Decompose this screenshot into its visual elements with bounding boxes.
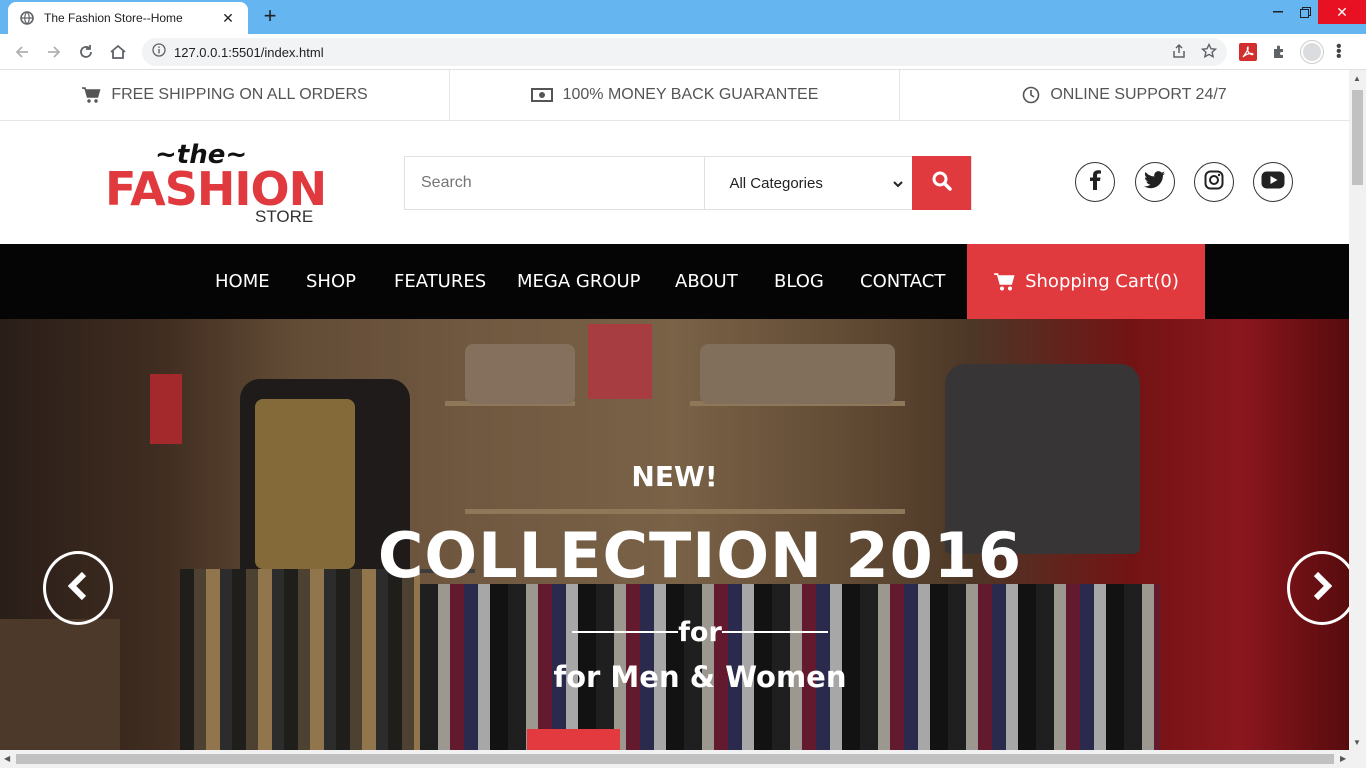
hero-headline: COLLECTION 2016 [377,519,1023,592]
search-button[interactable] [912,156,971,210]
browser-toolbar: 127.0.0.1:5501/index.html • • • [0,34,1366,70]
online-support-info: ONLINE SUPPORT 24/7 [900,70,1349,120]
tab-title: The Fashion Store--Home [44,11,183,25]
facebook-link[interactable] [1075,162,1115,202]
money-back-text: 100% MONEY BACK GUARANTEE [562,86,819,103]
slider-indicator[interactable] [527,729,620,750]
new-tab-button[interactable]: + [258,5,282,28]
reload-icon[interactable] [74,40,98,64]
nav-item-home[interactable]: HOME [215,244,270,319]
category-select-value: All Categories [729,174,823,192]
scroll-up-icon[interactable]: ▲ [1353,74,1361,83]
free-shipping-info: FREE SHIPPING ON ALL ORDERS [0,70,450,120]
youtube-link[interactable] [1253,162,1293,202]
browser-menu-icon[interactable]: • • • [1336,39,1342,65]
window-close-button[interactable]: ✕ [1318,0,1366,24]
divider-line [572,631,679,633]
site-logo[interactable]: ~the~ FASHION STORE [105,140,327,230]
tab-close-icon[interactable]: ✕ [220,10,236,27]
scrollbar-thumb[interactable] [16,754,1334,764]
slider-next-button[interactable] [1287,551,1349,625]
web-page: FREE SHIPPING ON ALL ORDERS 100% MONEY B… [0,70,1349,750]
hero-slider: NEW! COLLECTION 2016 for for Men & Women [0,319,1349,750]
pdf-extension-icon[interactable] [1237,41,1259,63]
address-bar[interactable]: 127.0.0.1:5501/index.html [142,38,1227,66]
clock-icon [1022,86,1040,104]
profile-avatar[interactable] [1301,41,1323,63]
scroll-right-icon[interactable]: ▶ [1340,754,1346,763]
puzzle-extensions-icon[interactable] [1268,41,1290,63]
online-support-text: ONLINE SUPPORT 24/7 [1050,86,1227,103]
search-input[interactable] [405,157,705,209]
divider-line [721,631,828,633]
money-icon [530,88,553,102]
back-arrow-icon[interactable] [10,40,34,64]
youtube-icon [1261,171,1285,194]
nav-item-mega-group[interactable]: MEGA GROUP [517,244,641,319]
nav-item-features[interactable]: FEATURES [394,244,486,319]
browser-titlebar: The Fashion Store--Home ✕ + ✕ [0,0,1366,34]
hero-new-label: NEW! [631,460,718,493]
scroll-down-icon[interactable]: ▼ [1353,738,1361,747]
money-back-info: 100% MONEY BACK GUARANTEE [450,70,900,120]
minimize-button[interactable] [1263,0,1293,24]
nav-item-shop[interactable]: SHOP [306,244,356,319]
hero-for-divider: for [572,615,828,649]
vertical-scrollbar[interactable]: ▲ ▼ [1349,70,1366,750]
chevron-right-icon [1310,571,1334,606]
main-nav: HOME SHOP FEATURES MEGA GROUP ABOUT BLOG… [0,244,1349,319]
restore-button[interactable] [1290,0,1320,24]
cart-icon [993,272,1015,292]
site-header: ~the~ FASHION STORE All Categories [0,122,1349,244]
nav-item-blog[interactable]: BLOG [774,244,824,319]
hero-subtitle: for Men & Women [553,660,847,694]
nav-item-contact[interactable]: CONTACT [860,244,945,319]
info-bar: FREE SHIPPING ON ALL ORDERS 100% MONEY B… [0,70,1349,121]
cart-icon [81,86,101,104]
nav-item-about[interactable]: ABOUT [675,244,738,319]
hero-for-text: for [678,616,722,648]
chevron-down-icon [892,177,904,194]
home-icon[interactable] [106,40,130,64]
facebook-icon [1089,169,1101,195]
logo-store: STORE [255,207,314,226]
shopping-cart-label: Shopping Cart(0) [1025,271,1179,292]
search-icon [932,171,952,196]
share-icon[interactable] [1171,43,1187,64]
info-icon[interactable] [152,42,166,62]
bookmark-star-icon[interactable] [1200,42,1218,64]
chevron-left-icon [66,571,90,606]
forward-arrow-icon[interactable] [42,40,66,64]
instagram-icon [1204,170,1224,195]
twitter-icon [1144,170,1166,194]
horizontal-scrollbar[interactable]: ◀ ▶ [0,750,1366,768]
browser-tab[interactable]: The Fashion Store--Home ✕ [8,2,248,34]
url-text: 127.0.0.1:5501/index.html [174,44,324,60]
twitter-link[interactable] [1135,162,1175,202]
free-shipping-text: FREE SHIPPING ON ALL ORDERS [111,86,368,103]
globe-icon [20,11,34,25]
scrollbar-thumb[interactable] [1352,90,1363,185]
shopping-cart-button[interactable]: Shopping Cart(0) [967,244,1205,319]
slider-prev-button[interactable] [43,551,113,625]
instagram-link[interactable] [1194,162,1234,202]
scroll-left-icon[interactable]: ◀ [4,754,10,763]
category-select[interactable]: All Categories [704,157,912,209]
search-bar: All Categories [404,156,972,210]
